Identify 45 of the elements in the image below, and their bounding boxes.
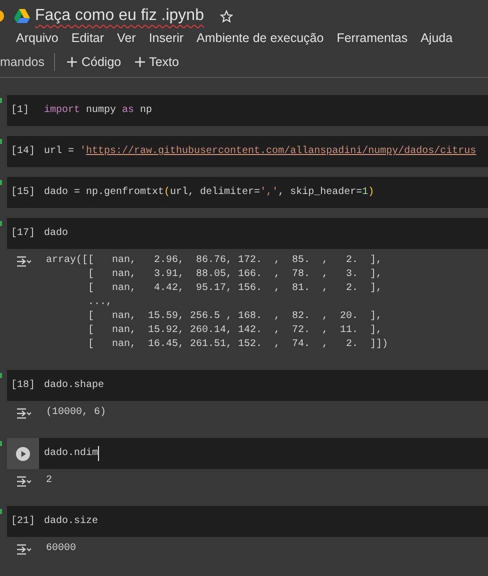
- plus-icon: [135, 57, 146, 67]
- cell-output: 60000: [46, 542, 76, 556]
- code-cell[interactable]: [15] dado = np.genfromtxt(url, delimiter=',', skip_header=1): [7, 177, 488, 208]
- menu-item[interactable]: Ferramentas: [336, 28, 408, 48]
- code-cell[interactable]: [21] dado.size: [7, 506, 488, 537]
- cell-output: array([[ nan, 2.96, 86.76, 172. , 85. , 2. ], [ nan, 3.91, 88.05, 166. , 78. , 3. ], [ nan, 4.42, 95.17, 156. , 81. , 2. ], ..., [ nan, 15.59, 256.5 , 168. , 82. , 20. ], [ nan, 15.92, 260.14, 142. , 72. , 11. ], [ nan, 16.45, 261.51, 152. , 74. , 2. ]]): [46, 254, 388, 352]
- output-icon[interactable]: [16, 544, 31, 555]
- code-text[interactable]: dado.ndim: [44, 446, 100, 461]
- code-text[interactable]: url = 'https://raw.githubusercontent.com/allanspadini/numpy/dados/citrus: [44, 144, 476, 159]
- output-icon[interactable]: [16, 408, 31, 419]
- menu-item[interactable]: Ambiente de execução: [196, 28, 324, 48]
- menu-item[interactable]: Editar: [71, 28, 104, 48]
- menu-item[interactable]: Inserir: [148, 28, 184, 48]
- code-text[interactable]: dado.size: [44, 514, 98, 529]
- drive-icon: [14, 9, 30, 23]
- output-icon[interactable]: [16, 256, 31, 267]
- run-button[interactable]: [7, 438, 39, 469]
- code-cell[interactable]: [18] dado.shape: [7, 370, 488, 401]
- star-icon[interactable]: [220, 10, 233, 22]
- code-text[interactable]: import numpy as np: [44, 103, 152, 118]
- execution-count: [1]: [10, 104, 30, 118]
- execution-count: [21]: [10, 514, 36, 529]
- play-icon: [16, 446, 30, 460]
- code-text[interactable]: dado: [44, 226, 68, 241]
- code-cell[interactable]: [1] import numpy as np: [7, 95, 488, 126]
- menu-item[interactable]: Arquivo: [16, 28, 58, 48]
- execution-count: [18]: [10, 378, 36, 393]
- code-text[interactable]: dado = np.genfromtxt(url, delimiter=',', skip_header=1): [44, 185, 374, 200]
- code-text[interactable]: dado.shape: [44, 378, 104, 393]
- execution-count: [17]: [10, 226, 36, 241]
- execution-count: [15]: [10, 186, 36, 200]
- toolbar-button[interactable]: mandos: [0, 52, 44, 72]
- add-cell-button[interactable]: Código: [65, 52, 124, 72]
- output-icon[interactable]: [16, 476, 31, 487]
- execution-count: [14]: [10, 144, 36, 159]
- code-cell[interactable]: [17] dado: [7, 218, 488, 249]
- code-cell[interactable]: [14] url = 'https://raw.githubusercontent.com/allanspadini/numpy/dados/citrus: [7, 136, 488, 167]
- cell-output: (10000, 6): [46, 406, 106, 420]
- menu-item[interactable]: Ver: [117, 28, 136, 48]
- cell-output: 2: [46, 474, 52, 488]
- menu-item[interactable]: Ajuda: [420, 28, 453, 48]
- plus-icon: [67, 57, 78, 67]
- add-cell-button[interactable]: Texto: [133, 52, 181, 72]
- code-cell[interactable]: dado.ndim: [7, 438, 488, 469]
- notebook-title[interactable]: Faça como eu fiz .ipynb: [35, 4, 204, 28]
